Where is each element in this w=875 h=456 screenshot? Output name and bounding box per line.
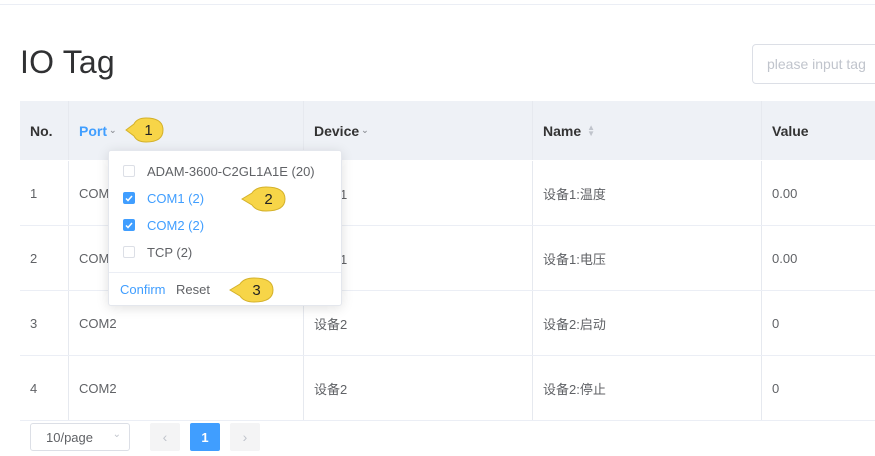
page-size-select[interactable]: 10/page ⌄ bbox=[30, 423, 130, 451]
checked-checkbox-icon[interactable] bbox=[123, 192, 135, 204]
cell-device: 设备2 bbox=[303, 356, 532, 420]
callout-number: 2 bbox=[264, 190, 273, 208]
filter-option-label: COM1 (2) bbox=[147, 190, 205, 206]
next-page-button[interactable]: › bbox=[230, 423, 260, 451]
reset-button[interactable]: Reset bbox=[176, 282, 210, 297]
header-name-label: Name bbox=[543, 122, 582, 139]
filter-option[interactable]: ADAM-3600-C2GL1A1E (20) bbox=[123, 161, 315, 181]
page-title: IO Tag bbox=[20, 44, 115, 80]
page-size-value: 10/page bbox=[46, 429, 93, 445]
chevron-down-icon: ⌄ bbox=[112, 429, 121, 440]
cell-name: 设备2:停止 bbox=[532, 356, 761, 420]
callout-1: 1 bbox=[124, 115, 166, 145]
cell-no: 4 bbox=[30, 380, 38, 396]
cell-no: 2 bbox=[30, 250, 38, 266]
confirm-button[interactable]: Confirm bbox=[120, 282, 166, 297]
cell-value: 0.00 bbox=[761, 226, 875, 290]
cell-name: 设备1:电压 bbox=[532, 226, 761, 290]
cell-value: 0 bbox=[761, 356, 875, 420]
checked-checkbox-icon[interactable] bbox=[123, 219, 135, 231]
filter-option[interactable]: TCP (2) bbox=[123, 242, 192, 262]
page-number-button[interactable]: 1 bbox=[190, 423, 220, 451]
callout-number: 1 bbox=[144, 121, 153, 139]
filter-chevron-icon[interactable]: ⌄ bbox=[361, 125, 369, 136]
cell-name: 设备2:启动 bbox=[532, 291, 761, 355]
cell-value: 0 bbox=[761, 291, 875, 355]
header-port-label: Port bbox=[79, 122, 107, 139]
checkbox-icon[interactable] bbox=[123, 165, 135, 177]
filter-option-label: ADAM-3600-C2GL1A1E (20) bbox=[147, 163, 315, 179]
callout-number: 3 bbox=[252, 281, 261, 299]
callout-2: 2 bbox=[240, 184, 288, 214]
filter-option[interactable]: COM1 (2) bbox=[123, 188, 204, 208]
callout-3: 3 bbox=[228, 275, 276, 305]
port-filter-dropdown: ADAM-3600-C2GL1A1E (20) COM1 (2) COM2 (2… bbox=[108, 150, 342, 306]
filter-option-label: TCP (2) bbox=[147, 244, 193, 260]
top-divider bbox=[0, 4, 875, 5]
cell-no: 1 bbox=[30, 185, 38, 201]
filter-footer: Confirm Reset bbox=[109, 272, 341, 306]
chevron-right-icon: › bbox=[242, 429, 248, 445]
header-name[interactable]: Name ▲ ▼ bbox=[532, 101, 761, 160]
cell-no: 3 bbox=[30, 315, 38, 331]
cell-value: 0.00 bbox=[761, 161, 875, 225]
cell-name: 设备1:温度 bbox=[532, 161, 761, 225]
header-device-label: Device bbox=[314, 122, 360, 139]
cell-port: COM2 bbox=[68, 356, 303, 420]
table-row: 4 COM2 设备2 设备2:停止 0 bbox=[20, 356, 875, 421]
checkbox-icon[interactable] bbox=[123, 246, 135, 258]
sort-icon[interactable]: ▲ ▼ bbox=[587, 123, 595, 137]
chevron-left-icon: ‹ bbox=[162, 429, 168, 445]
header-value: Value bbox=[761, 101, 875, 160]
filter-option[interactable]: COM2 (2) bbox=[123, 215, 204, 235]
prev-page-button[interactable]: ‹ bbox=[150, 423, 180, 451]
search-input[interactable] bbox=[752, 44, 875, 84]
filter-chevron-icon[interactable]: ⌄ bbox=[109, 125, 117, 136]
filter-option-label: COM2 (2) bbox=[147, 217, 205, 233]
header-no: No. bbox=[30, 122, 53, 139]
